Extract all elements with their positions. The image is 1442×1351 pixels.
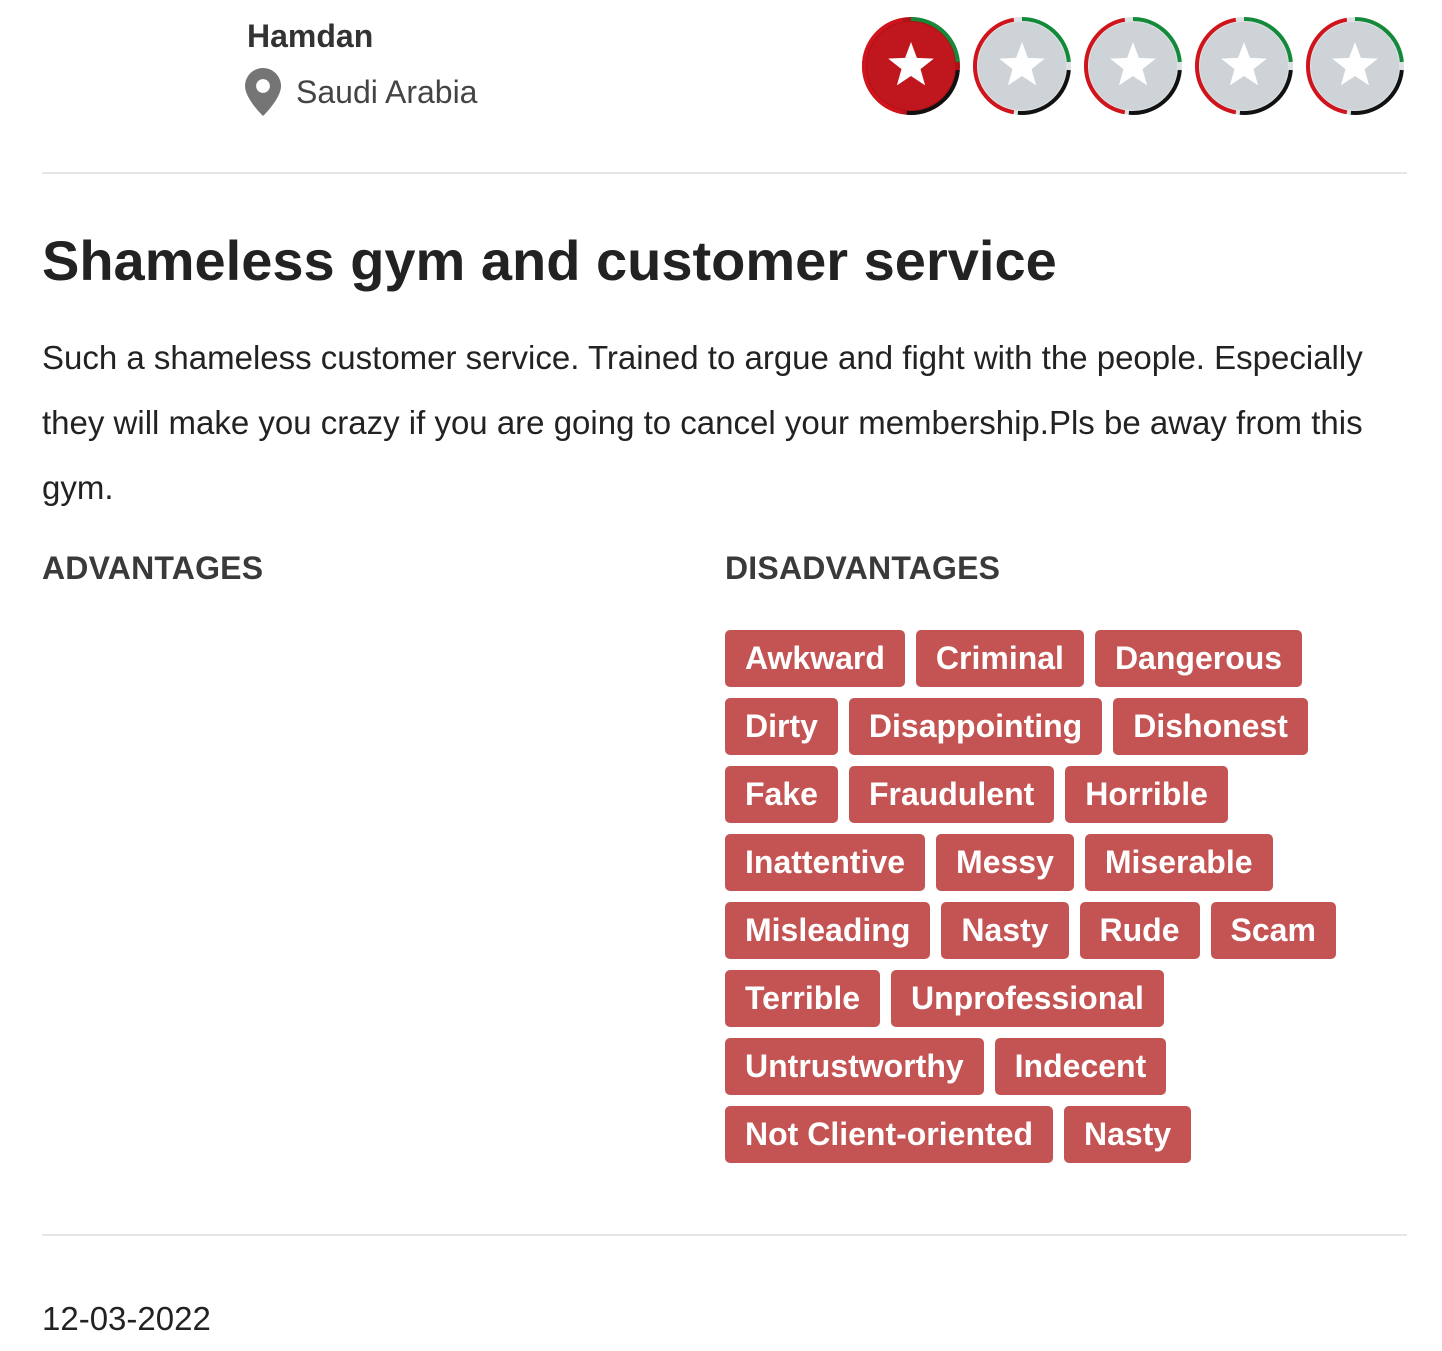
disadvantage-tag: Horrible — [1065, 766, 1228, 823]
disadvantage-tag: Scam — [1210, 902, 1336, 959]
star-empty-icon — [1195, 17, 1293, 115]
disadvantage-tag: Nasty — [1063, 1106, 1192, 1163]
divider — [42, 172, 1407, 174]
disadvantage-tag: Nasty — [941, 902, 1069, 959]
disadvantages-heading: DISADVANTAGES — [725, 550, 1001, 586]
disadvantage-tag: Messy — [936, 834, 1074, 891]
disadvantage-tag: Not Client-oriented — [725, 1106, 1053, 1163]
disadvantage-tag: Dangerous — [1094, 630, 1303, 687]
disadvantage-tag: Misleading — [725, 902, 931, 959]
disadvantage-tag: Unprofessional — [891, 970, 1164, 1027]
disadvantage-tag: Untrustworthy — [725, 1038, 984, 1095]
star-filled-icon — [862, 17, 960, 115]
reviewer-location: Saudi Arabia — [245, 68, 477, 116]
disadvantage-tag: Dishonest — [1113, 698, 1308, 755]
disadvantage-tag: Dirty — [725, 698, 838, 755]
star-empty-icon — [1306, 17, 1404, 115]
star-empty-icon — [1084, 17, 1182, 115]
disadvantage-tag: Terrible — [725, 970, 880, 1027]
disadvantage-tag: Inattentive — [725, 834, 926, 891]
location-text: Saudi Arabia — [296, 73, 478, 110]
disadvantage-tag: Miserable — [1084, 834, 1273, 891]
disadvantages-tag-list: Awkward Criminal Dangerous Dirty Disappointi… — [725, 630, 1365, 1163]
disadvantage-tag: Fraudulent — [848, 766, 1055, 823]
review-body: Such a shameless customer service. Train… — [42, 339, 1363, 506]
star-empty-icon — [973, 17, 1071, 115]
disadvantage-tag: Awkward — [725, 630, 905, 687]
disadvantage-tag: Criminal — [915, 630, 1084, 687]
advantages-heading: ADVANTAGES — [42, 550, 264, 586]
divider — [42, 1234, 1407, 1236]
disadvantage-tag: Indecent — [994, 1038, 1167, 1095]
review-date: 12-03-2022 — [42, 1300, 211, 1337]
map-pin-icon — [245, 68, 281, 116]
reviewer-name: Hamdan — [247, 18, 374, 54]
review-title: Shameless gym and customer service — [42, 229, 1057, 292]
star-rating — [861, 16, 1405, 116]
disadvantage-tag: Disappointing — [848, 698, 1103, 755]
disadvantage-tag: Fake — [725, 766, 838, 823]
disadvantage-tag: Rude — [1079, 902, 1200, 959]
